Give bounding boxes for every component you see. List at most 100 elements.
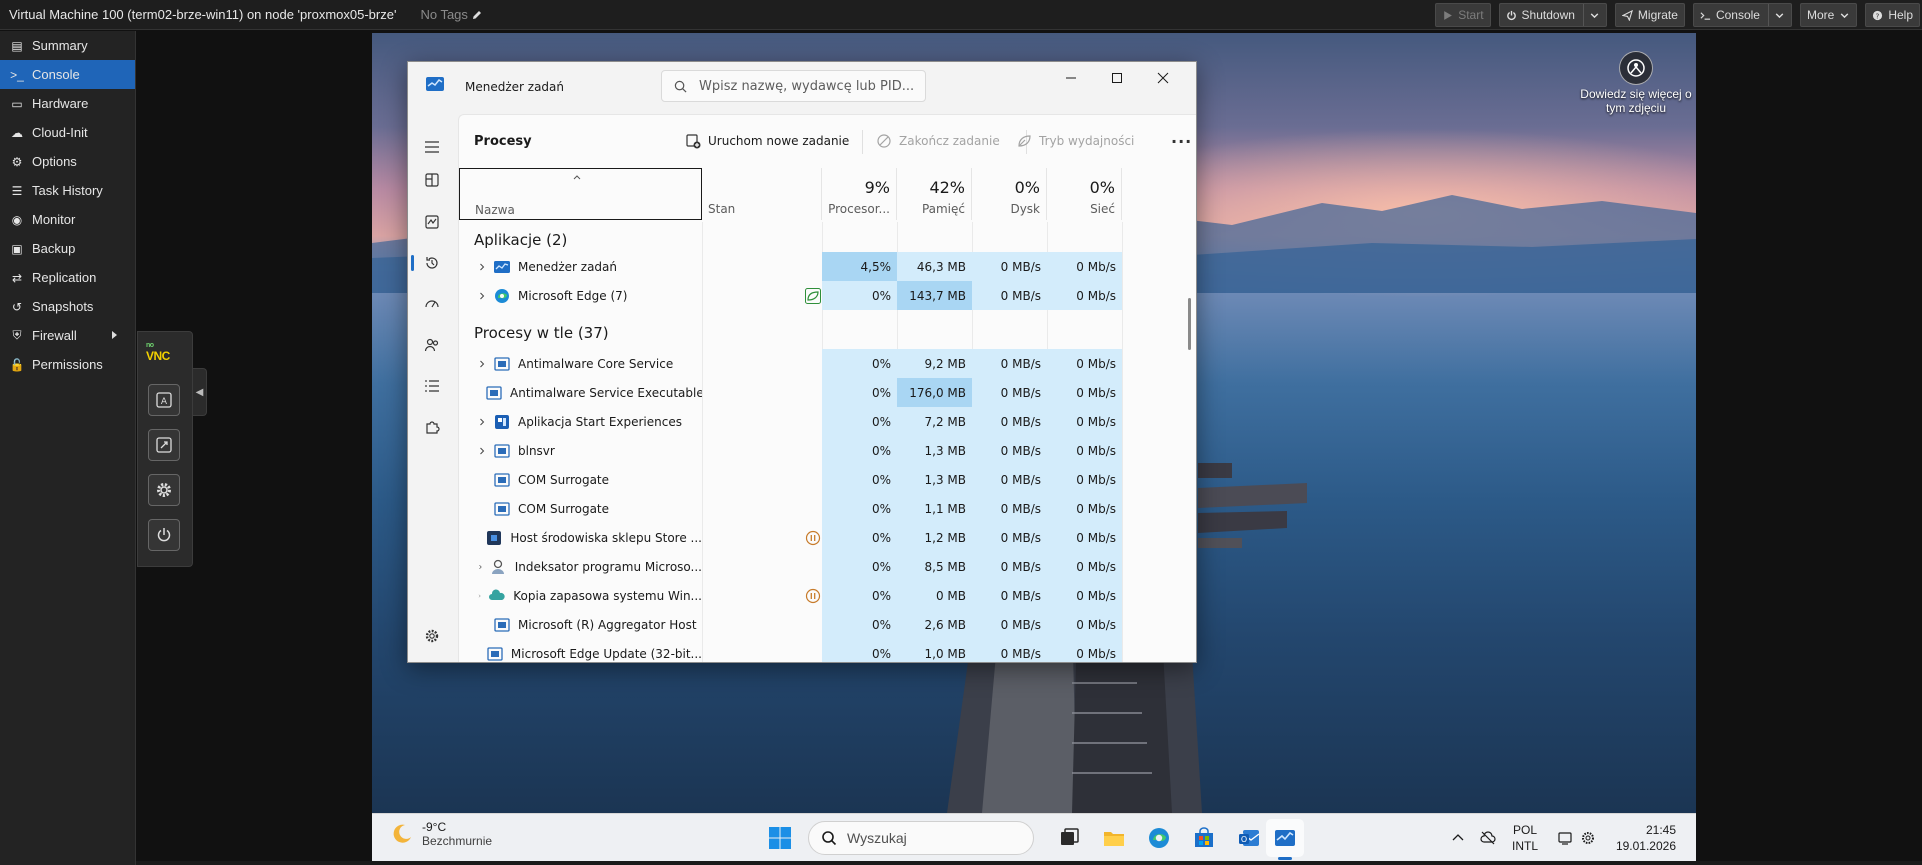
- rail-details[interactable]: [421, 375, 443, 397]
- process-row[interactable]: COM Surrogate 0% 1,1 MB 0 MB/s 0 Mb/s: [459, 494, 1196, 523]
- nav-item-options[interactable]: ⚙ Options: [0, 147, 135, 176]
- shutdown-dropdown[interactable]: [1582, 4, 1600, 26]
- console-dropdown[interactable]: [1767, 4, 1785, 26]
- nav-item-monitor[interactable]: ◉ Monitor: [0, 205, 135, 234]
- process-row[interactable]: Aplikacja Start Experiences 0% 7,2 MB 0 MB/…: [459, 407, 1196, 436]
- process-row[interactable]: Antimalware Core Service 0% 9,2 MB 0 MB/s 0 …: [459, 349, 1196, 378]
- nav-item-console[interactable]: >_ Console: [0, 60, 135, 89]
- rail-performance[interactable]: [421, 211, 443, 233]
- rail-users[interactable]: [421, 334, 443, 356]
- network-cell: 0 Mb/s: [1047, 581, 1122, 610]
- chevron-right-icon[interactable]: [478, 592, 481, 600]
- start-button[interactable]: Start: [1435, 3, 1491, 27]
- cloud-icon: ☁: [11, 125, 23, 140]
- tm-toolbar: Procesy Uruchom nowe zadanie Zakończ zad…: [459, 115, 1196, 167]
- column-header-memory[interactable]: 42% Pamięć: [897, 168, 972, 220]
- chevron-right-icon[interactable]: [478, 418, 486, 426]
- minimize-button[interactable]: [1048, 62, 1094, 94]
- nav-item-summary[interactable]: ▤ Summary: [0, 31, 135, 60]
- column-header-name[interactable]: Nazwa: [459, 168, 702, 220]
- tags-editor[interactable]: No Tags: [420, 7, 482, 22]
- wallpaper-info[interactable]: Dowiedz się więcej o tym zdjęciu: [1576, 51, 1696, 115]
- tm-search-input[interactable]: Wpisz nazwę, wydawcę lub PID...: [661, 70, 926, 102]
- nav-item-snapshots[interactable]: ↺ Snapshots: [0, 292, 135, 321]
- column-header-cpu[interactable]: 9% Procesor...: [822, 168, 897, 220]
- process-row[interactable]: Kopia zapasowa systemu Win... 0% 0 MB 0 MB/…: [459, 581, 1196, 610]
- rail-processes[interactable]: [421, 169, 443, 191]
- process-row[interactable]: Menedżer zadań 4,5% 46,3 MB 0 MB/s 0 Mb/s: [459, 252, 1196, 281]
- process-row[interactable]: Microsoft (R) Aggregator Host 0% 2,6 MB 0 M…: [459, 610, 1196, 639]
- power-button[interactable]: [148, 519, 180, 551]
- nav-item-backup[interactable]: ▣ Backup: [0, 234, 135, 263]
- taskbar-task-manager[interactable]: [1270, 823, 1300, 853]
- nav-item-cloud-init[interactable]: ☁ Cloud-Init: [0, 118, 135, 147]
- novnc-control-bar: no VNC A: [137, 331, 193, 567]
- rail-startup[interactable]: [421, 293, 443, 315]
- column-header-disk[interactable]: 0% Dysk: [972, 168, 1047, 220]
- taskbar-file-explorer[interactable]: [1099, 823, 1129, 853]
- group-header-apps[interactable]: Aplikacje (2): [474, 231, 567, 249]
- maximize-button[interactable]: [1094, 62, 1140, 94]
- process-row[interactable]: blnsvr 0% 1,3 MB 0 MB/s 0 Mb/s: [459, 436, 1196, 465]
- tm-titlebar[interactable]: Menedżer zadań Wpisz nazwę, wydawcę lub …: [408, 62, 1196, 114]
- run-new-task-button[interactable]: Uruchom nowe zadanie: [685, 131, 849, 151]
- close-button[interactable]: [1140, 62, 1186, 94]
- process-name: Kopia zapasowa systemu Win...: [513, 588, 702, 603]
- hamburger-button[interactable]: [421, 136, 443, 158]
- efficiency-mode-button[interactable]: Tryb wydajności: [1016, 131, 1134, 151]
- store-icon: [486, 530, 502, 546]
- process-row[interactable]: COM Surrogate 0% 1,3 MB 0 MB/s 0 Mb/s: [459, 465, 1196, 494]
- process-row[interactable]: Antimalware Service Executable 0% 176,0 MB…: [459, 378, 1196, 407]
- taskbar-store[interactable]: [1189, 823, 1219, 853]
- extra-keys-button[interactable]: A: [148, 384, 180, 416]
- nav-item-task-history[interactable]: ☰ Task History: [0, 176, 135, 205]
- outlook-icon: O: [1239, 830, 1260, 846]
- migrate-button[interactable]: Migrate: [1614, 3, 1685, 27]
- more-button[interactable]: More: [1799, 3, 1858, 27]
- disk-cell: 0 MB/s: [972, 436, 1047, 465]
- help-button[interactable]: ? Help: [1865, 3, 1920, 27]
- nav-label: Replication: [32, 270, 97, 285]
- column-header-status[interactable]: Stan: [702, 168, 822, 220]
- rail-services[interactable]: [421, 416, 443, 438]
- chevron-right-icon[interactable]: [478, 563, 483, 571]
- end-task-button[interactable]: Zakończ zadanie: [876, 131, 1000, 151]
- chevron-right-icon[interactable]: [478, 447, 486, 455]
- nav-label: Firewall: [32, 328, 77, 343]
- vertical-scrollbar[interactable]: [1188, 298, 1191, 350]
- console-button[interactable]: Console: [1692, 3, 1792, 27]
- nav-item-replication[interactable]: ⇄ Replication: [0, 263, 135, 292]
- process-row[interactable]: Indeksator programu Microso... 0% 8,5 MB 0 …: [459, 552, 1196, 581]
- taskbar-outlook[interactable]: O: [1234, 823, 1264, 853]
- nav-item-hardware[interactable]: ▭ Hardware: [0, 89, 135, 118]
- input-language-indicator[interactable]: POL INTL: [1512, 822, 1538, 854]
- chevron-right-icon[interactable]: [478, 292, 486, 300]
- shutdown-button[interactable]: Shutdown: [1498, 3, 1607, 27]
- process-row[interactable]: Host środowiska sklepu Store ... 0% 1,2 MB…: [459, 523, 1196, 552]
- more-options-button[interactable]: ···: [1171, 132, 1192, 151]
- taskbar-clock[interactable]: 21:45 19.01.2026: [1612, 822, 1676, 854]
- volume-settings-icon[interactable]: [1580, 830, 1596, 846]
- chevron-right-icon[interactable]: [478, 360, 486, 368]
- rail-app-history[interactable]: [421, 252, 443, 274]
- cloud-off-icon[interactable]: [1480, 830, 1496, 846]
- column-header-network[interactable]: 0% Sieć: [1047, 168, 1122, 220]
- group-header-background[interactable]: Procesy w tle (37): [474, 324, 609, 342]
- taskbar-task-view[interactable]: [1054, 823, 1084, 853]
- vm-screen[interactable]: Dowiedz się więcej o tym zdjęciu Menedże…: [372, 33, 1696, 813]
- novnc-collapse-handle[interactable]: ◀: [193, 368, 207, 416]
- fullscreen-button[interactable]: [148, 429, 180, 461]
- windows-start-icon[interactable]: [768, 826, 792, 850]
- chevron-right-icon[interactable]: [478, 263, 486, 271]
- nav-item-firewall[interactable]: ⛨ Firewall: [0, 321, 135, 350]
- taskbar-edge[interactable]: [1144, 823, 1174, 853]
- rail-settings[interactable]: [421, 625, 443, 647]
- chevron-up-icon[interactable]: [1450, 830, 1466, 846]
- network-display-icon[interactable]: [1558, 830, 1574, 846]
- nav-item-permissions[interactable]: 🔓 Permissions: [0, 350, 135, 379]
- taskbar-search-box[interactable]: Wyszukaj: [808, 821, 1034, 855]
- settings-button[interactable]: [148, 474, 180, 506]
- process-row[interactable]: Microsoft Edge Update (32-bit... 0% 1,0 MB…: [459, 639, 1196, 662]
- process-row[interactable]: Microsoft Edge (7) 0% 143,7 MB 0 MB/s 0 Mb/s: [459, 281, 1196, 310]
- weather-widget[interactable]: -9°C Bezchmurnie: [390, 820, 492, 848]
